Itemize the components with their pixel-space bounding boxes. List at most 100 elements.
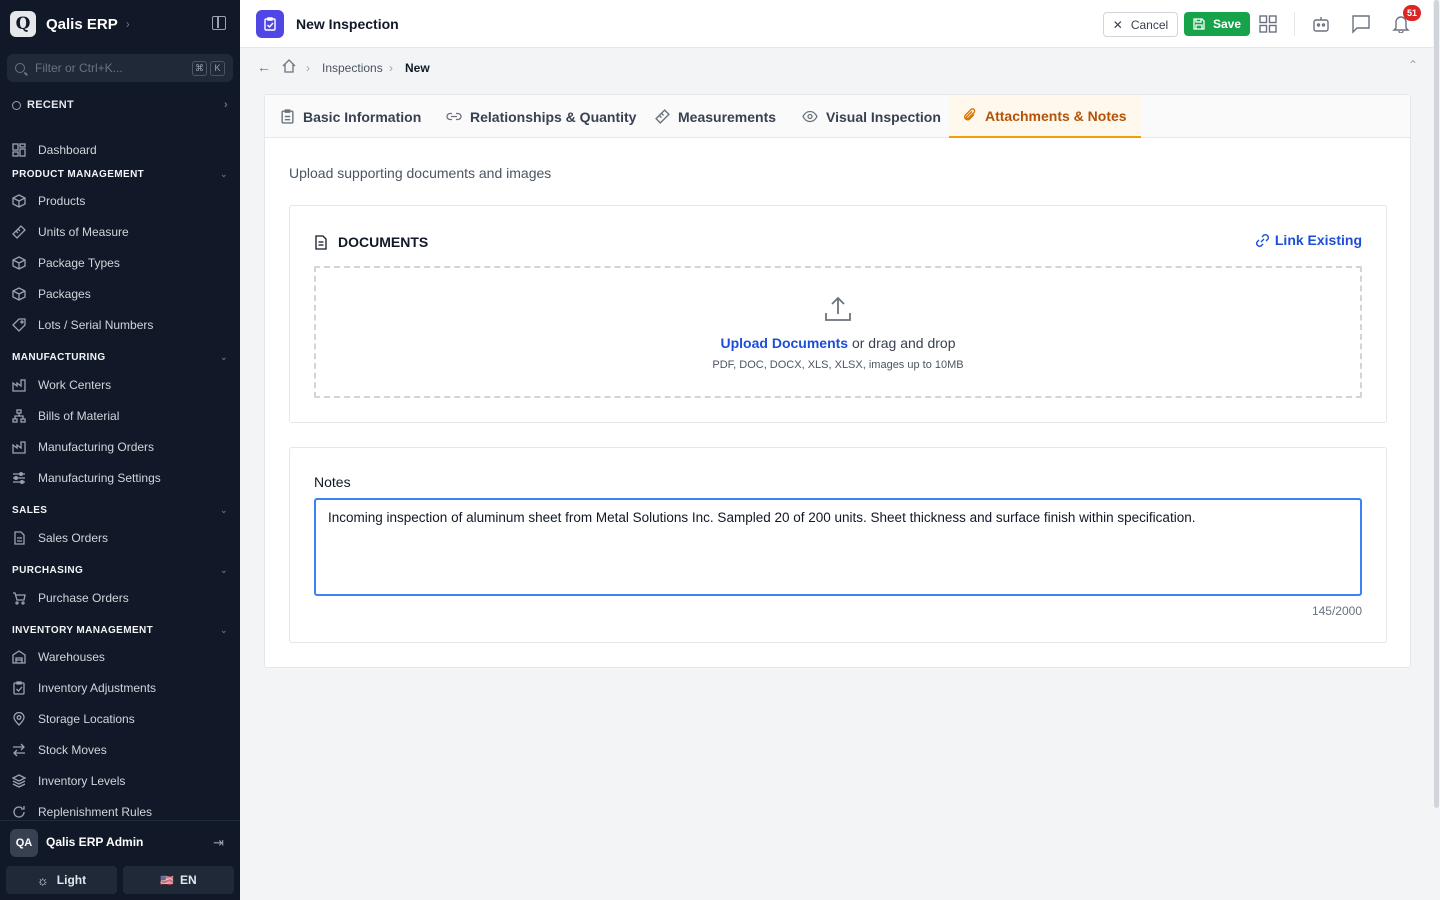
upload-icon <box>823 294 853 327</box>
sidebar-item-label: Manufacturing Orders <box>38 440 155 454</box>
kbd-cmd: ⌘ <box>192 60 207 76</box>
section-purchasing[interactable]: PURCHASING ⌄ <box>12 565 228 576</box>
tab-basic-information[interactable]: Basic Information <box>280 95 421 138</box>
home-icon[interactable] <box>282 59 296 76</box>
top-bar: New Inspection ✕ Cancel Save 51 <box>240 0 1433 48</box>
sidebar-item-lots[interactable]: Lots / Serial Numbers <box>12 315 153 335</box>
kbd-k: K <box>210 60 225 76</box>
sidebar-item-work-centers[interactable]: Work Centers <box>12 375 111 395</box>
chat-icon[interactable] <box>1351 14 1371 34</box>
sidebar-item-products[interactable]: Products <box>12 191 85 211</box>
breadcrumb: ← › Inspections › New ⌃ <box>240 48 1433 86</box>
upload-hint: PDF, DOC, DOCX, XLS, XLSX, images up to … <box>712 359 964 371</box>
apps-grid-icon[interactable] <box>1258 14 1278 34</box>
sidebar-item-warehouses[interactable]: Warehouses <box>12 647 105 667</box>
ruler-icon <box>12 225 26 239</box>
search-icon <box>15 63 25 73</box>
section-sales[interactable]: SALES ⌄ <box>12 505 228 516</box>
section-inventory[interactable]: INVENTORY MANAGEMENT ⌄ <box>12 625 228 636</box>
section-subtitle: Upload supporting documents and images <box>289 165 552 181</box>
app-logo: Q <box>10 11 36 37</box>
sidebar-item-packages[interactable]: Packages <box>12 284 91 304</box>
user-name[interactable]: Qalis ERP Admin <box>46 835 143 849</box>
sidebar-item-mfg-orders[interactable]: Manufacturing Orders <box>12 437 154 457</box>
page-title: New Inspection <box>296 16 399 32</box>
notes-label: Notes <box>314 474 351 490</box>
breadcrumb-current: New <box>405 61 430 75</box>
chevron-down-icon: ⌄ <box>220 352 228 362</box>
sidebar-item-inventory-adjustments[interactable]: Inventory Adjustments <box>12 678 156 698</box>
chevron-right-icon: › <box>306 61 310 75</box>
sidebar-item-units[interactable]: Units of Measure <box>12 222 129 242</box>
tab-visual-inspection[interactable]: Visual Inspection <box>802 95 941 138</box>
sidebar-item-package-types[interactable]: Package Types <box>12 253 120 273</box>
breadcrumb-inspections[interactable]: Inspections <box>322 61 383 75</box>
logout-icon[interactable]: ⇥ <box>213 835 224 851</box>
sidebar-item-purchase-orders[interactable]: Purchase Orders <box>12 588 129 608</box>
sidebar-item-dashboard[interactable]: Dashboard <box>12 140 97 160</box>
document-icon <box>314 234 328 250</box>
us-flag-icon: 🇺🇸 <box>160 874 175 887</box>
save-button[interactable]: Save <box>1184 12 1250 36</box>
floppy-disk-icon <box>1193 18 1205 30</box>
map-pin-icon <box>12 712 26 726</box>
dashboard-icon <box>12 143 26 157</box>
theme-toggle-button[interactable]: ☼ Light <box>6 866 117 894</box>
box-icon <box>12 256 26 270</box>
notes-section: Notes Incoming inspection of aluminum sh… <box>289 447 1387 643</box>
notes-textarea[interactable]: Incoming inspection of aluminum sheet fr… <box>314 498 1362 596</box>
tab-label: Measurements <box>678 108 777 125</box>
cancel-label: Cancel <box>1130 17 1169 32</box>
refresh-icon <box>12 805 26 819</box>
documents-title: DOCUMENTS <box>338 234 429 250</box>
app-brand[interactable]: Q Qalis ERP › <box>10 10 130 38</box>
link-existing-button[interactable]: Link Existing <box>1255 232 1362 248</box>
link-existing-label: Link Existing <box>1274 232 1362 248</box>
section-product-management[interactable]: PRODUCT MANAGEMENT ⌄ <box>12 169 228 180</box>
tab-bar: Basic Information Relationships & Quanti… <box>265 95 1410 138</box>
upload-documents-link[interactable]: Upload Documents <box>721 335 849 351</box>
section-manufacturing[interactable]: MANUFACTURING ⌄ <box>12 352 228 363</box>
sidebar-item-label: Storage Locations <box>38 712 135 726</box>
tab-label: Relationships & Quantity <box>470 108 637 125</box>
tab-label: Basic Information <box>303 108 422 125</box>
sidebar: Q Qalis ERP › Filter or Ctrl+K... ⌘ K RE… <box>0 0 240 900</box>
sidebar-item-stock-moves[interactable]: Stock Moves <box>12 740 107 760</box>
sidebar-item-bom[interactable]: Bills of Material <box>12 406 119 426</box>
chevron-down-icon: ⌄ <box>220 565 228 575</box>
chevron-up-icon[interactable]: ⌃ <box>1408 58 1418 72</box>
chevron-right-icon: › <box>224 99 228 111</box>
sidebar-item-label: Purchase Orders <box>38 591 129 605</box>
avatar[interactable]: QA <box>10 829 38 857</box>
sidebar-item-replenishment-rules[interactable]: Replenishment Rules <box>12 802 152 822</box>
tab-attachments-notes[interactable]: Attachments & Notes <box>949 95 1141 138</box>
cancel-button[interactable]: ✕ Cancel <box>1103 12 1178 37</box>
language-button[interactable]: 🇺🇸 EN <box>123 866 234 894</box>
bot-icon[interactable] <box>1311 14 1331 34</box>
theme-label: Light <box>56 873 87 887</box>
filter-placeholder: Filter or Ctrl+K... <box>35 61 123 75</box>
sidebar-item-label: Lots / Serial Numbers <box>38 318 154 332</box>
sidebar-item-sales-orders[interactable]: Sales Orders <box>12 528 108 548</box>
tab-measurements[interactable]: Measurements <box>655 95 776 138</box>
eye-icon <box>802 109 818 124</box>
box-icon <box>12 194 26 208</box>
sidebar-item-storage-locations[interactable]: Storage Locations <box>12 709 135 729</box>
sidebar-collapse-icon[interactable] <box>212 16 226 30</box>
sliders-icon <box>12 471 26 485</box>
sidebar-item-inventory-levels[interactable]: Inventory Levels <box>12 771 125 791</box>
page-scrollbar-thumb[interactable] <box>1434 0 1439 808</box>
documents-section: DOCUMENTS Link Existing Upload Documents… <box>289 205 1387 423</box>
sidebar-item-label: Work Centers <box>38 378 112 392</box>
recent-toggle[interactable]: RECENT › <box>12 99 228 111</box>
document-dropzone[interactable]: Upload Documents or drag and drop PDF, D… <box>314 266 1362 398</box>
sidebar-filter-input[interactable]: Filter or Ctrl+K... ⌘ K <box>7 54 233 82</box>
back-arrow-icon[interactable]: ← <box>257 59 271 75</box>
sidebar-item-mfg-settings[interactable]: Manufacturing Settings <box>12 468 161 488</box>
sidebar-item-label: Replenishment Rules <box>38 805 153 819</box>
section-title: MANUFACTURING <box>12 352 106 363</box>
tab-relationships-quantity[interactable]: Relationships & Quantity <box>446 95 636 138</box>
sidebar-item-label: Units of Measure <box>38 225 129 239</box>
arrows-swap-icon <box>12 743 26 757</box>
sidebar-item-label: Manufacturing Settings <box>38 471 161 485</box>
